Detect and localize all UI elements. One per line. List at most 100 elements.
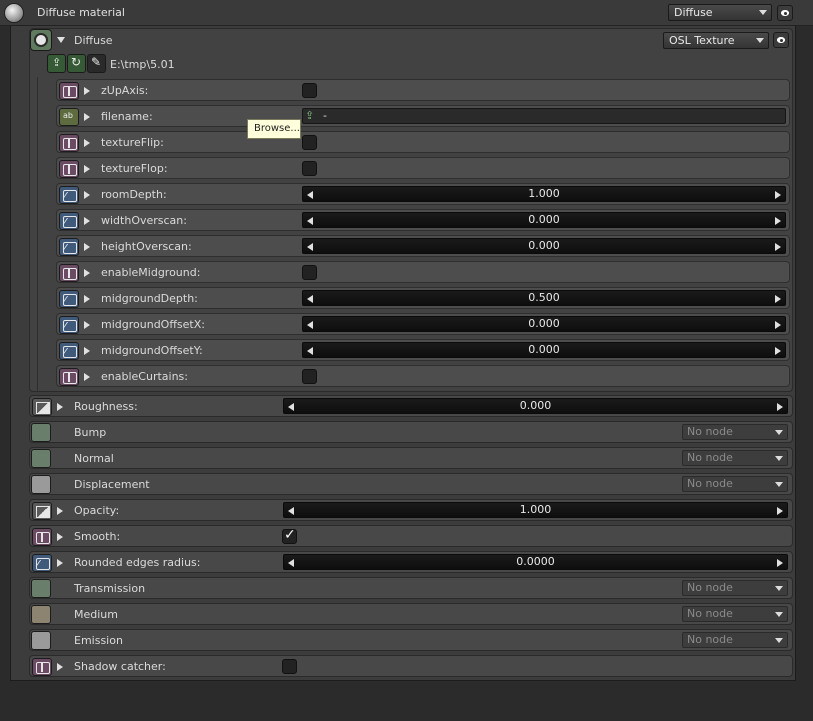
param-pin-icon[interactable] bbox=[31, 423, 51, 442]
node-dropdown[interactable]: No node bbox=[682, 450, 788, 466]
node-dropdown-value: No node bbox=[687, 607, 733, 620]
param-slider[interactable]: 0.000 bbox=[302, 238, 786, 254]
expand-arrow-icon[interactable] bbox=[84, 165, 90, 173]
param-pin-icon[interactable] bbox=[31, 631, 51, 650]
load-file-icon[interactable]: ⇪ bbox=[47, 54, 66, 73]
node-dropdown[interactable]: No node bbox=[682, 606, 788, 622]
decrement-arrow-icon[interactable] bbox=[307, 295, 313, 303]
expand-arrow-icon[interactable] bbox=[57, 559, 63, 567]
param-pin-icon[interactable] bbox=[32, 528, 52, 546]
param-pin-icon[interactable] bbox=[59, 264, 79, 282]
increment-arrow-icon[interactable] bbox=[775, 217, 781, 225]
decrement-arrow-icon[interactable] bbox=[288, 403, 294, 411]
node-dropdown[interactable]: No node bbox=[682, 424, 788, 440]
expand-arrow-icon[interactable] bbox=[84, 113, 90, 121]
decrement-arrow-icon[interactable] bbox=[288, 559, 294, 567]
param-slider[interactable]: 0.000 bbox=[302, 342, 786, 358]
expand-arrow-icon[interactable] bbox=[84, 217, 90, 225]
increment-arrow-icon[interactable] bbox=[777, 559, 783, 567]
param-pin-icon[interactable] bbox=[59, 82, 79, 100]
decrement-arrow-icon[interactable] bbox=[307, 243, 313, 251]
param-slider[interactable]: 0.500 bbox=[302, 290, 786, 306]
param-label: midgroundOffsetX: bbox=[101, 318, 205, 331]
diffuse-pin[interactable] bbox=[30, 29, 52, 51]
param-slider[interactable]: 0.000 bbox=[302, 212, 786, 228]
expand-arrow-icon[interactable] bbox=[57, 663, 63, 671]
decrement-arrow-icon[interactable] bbox=[307, 347, 313, 355]
param-pin-icon[interactable] bbox=[31, 475, 51, 494]
increment-arrow-icon[interactable] bbox=[777, 507, 783, 515]
param-checkbox[interactable] bbox=[302, 135, 317, 150]
diffuse-type-dropdown[interactable]: OSL Texture bbox=[663, 32, 769, 49]
param-pin-icon[interactable] bbox=[31, 579, 51, 598]
param-checkbox[interactable] bbox=[302, 161, 317, 176]
param-pin-icon[interactable] bbox=[32, 554, 52, 572]
eye-icon[interactable] bbox=[777, 5, 793, 21]
expand-arrow-icon[interactable] bbox=[84, 347, 90, 355]
param-pin-icon[interactable] bbox=[31, 605, 51, 624]
decrement-arrow-icon[interactable] bbox=[307, 191, 313, 199]
param-value: 0.000 bbox=[528, 343, 560, 356]
param-pin-icon[interactable] bbox=[59, 238, 79, 256]
expand-arrow-icon[interactable] bbox=[84, 373, 90, 381]
material-title: Diffuse material bbox=[37, 6, 125, 19]
param-checkbox[interactable] bbox=[302, 265, 317, 280]
param-value: 1.000 bbox=[519, 503, 552, 516]
param-pin-icon[interactable] bbox=[59, 134, 79, 152]
param-pin-icon[interactable] bbox=[59, 316, 79, 334]
filename-field[interactable]: ⇪ - bbox=[302, 108, 786, 124]
param-slider[interactable]: 1.000 bbox=[302, 186, 786, 202]
param-pin-icon[interactable] bbox=[59, 290, 79, 308]
expand-arrow-icon[interactable] bbox=[84, 243, 90, 251]
collapse-arrow-icon[interactable] bbox=[57, 37, 65, 43]
expand-arrow-icon[interactable] bbox=[84, 321, 90, 329]
param-pin-icon[interactable] bbox=[31, 449, 51, 468]
param-pin-icon[interactable] bbox=[32, 502, 52, 520]
eye-icon[interactable] bbox=[773, 32, 789, 48]
expand-arrow-icon[interactable] bbox=[57, 507, 63, 515]
expand-arrow-icon[interactable] bbox=[57, 403, 63, 411]
edit-pencil-icon[interactable]: ✎ bbox=[87, 54, 106, 73]
node-dropdown[interactable]: No node bbox=[682, 476, 788, 492]
node-dropdown[interactable]: No node bbox=[682, 580, 788, 596]
param-checkbox[interactable]: ✓ bbox=[282, 527, 297, 544]
param-pin-icon[interactable] bbox=[59, 108, 79, 126]
expand-arrow-icon[interactable] bbox=[84, 269, 90, 277]
param-pin-icon[interactable] bbox=[59, 342, 79, 360]
param-checkbox[interactable] bbox=[282, 659, 297, 674]
param-pin-icon[interactable] bbox=[32, 398, 52, 416]
param-pin-icon[interactable] bbox=[59, 368, 79, 386]
param-pin-icon[interactable] bbox=[32, 658, 52, 676]
reload-icon[interactable]: ↻ bbox=[67, 54, 86, 73]
expand-arrow-icon[interactable] bbox=[84, 87, 90, 95]
increment-arrow-icon[interactable] bbox=[777, 403, 783, 411]
increment-arrow-icon[interactable] bbox=[775, 295, 781, 303]
expand-arrow-icon[interactable] bbox=[84, 191, 90, 199]
expand-arrow-icon[interactable] bbox=[84, 139, 90, 147]
decrement-arrow-icon[interactable] bbox=[307, 217, 313, 225]
increment-arrow-icon[interactable] bbox=[775, 321, 781, 329]
material-type-dropdown[interactable]: Diffuse bbox=[668, 4, 772, 21]
expand-arrow-icon[interactable] bbox=[57, 533, 63, 541]
chevron-down-icon bbox=[775, 482, 783, 487]
osl-param-row: heightOverscan: 0.000 bbox=[56, 235, 790, 257]
param-slider[interactable]: 0.0000 bbox=[283, 554, 788, 570]
param-slider[interactable]: 0.000 bbox=[302, 316, 786, 332]
decrement-arrow-icon[interactable] bbox=[288, 507, 294, 515]
param-checkbox[interactable] bbox=[302, 369, 317, 384]
expand-arrow-icon[interactable] bbox=[84, 295, 90, 303]
decrement-arrow-icon[interactable] bbox=[307, 321, 313, 329]
param-pin-icon[interactable] bbox=[59, 160, 79, 178]
param-slider[interactable]: 1.000 bbox=[283, 502, 788, 518]
increment-arrow-icon[interactable] bbox=[775, 191, 781, 199]
param-pin-icon[interactable] bbox=[59, 186, 79, 204]
node-dropdown[interactable]: No node bbox=[682, 632, 788, 648]
node-dropdown-value: No node bbox=[687, 451, 733, 464]
increment-arrow-icon[interactable] bbox=[775, 243, 781, 251]
material-preview-icon[interactable] bbox=[4, 3, 24, 23]
param-pin-icon[interactable] bbox=[59, 212, 79, 230]
param-slider[interactable]: 0.000 bbox=[283, 398, 788, 414]
increment-arrow-icon[interactable] bbox=[775, 347, 781, 355]
param-checkbox[interactable] bbox=[302, 83, 317, 98]
load-file-icon[interactable]: ⇪ bbox=[305, 109, 314, 122]
